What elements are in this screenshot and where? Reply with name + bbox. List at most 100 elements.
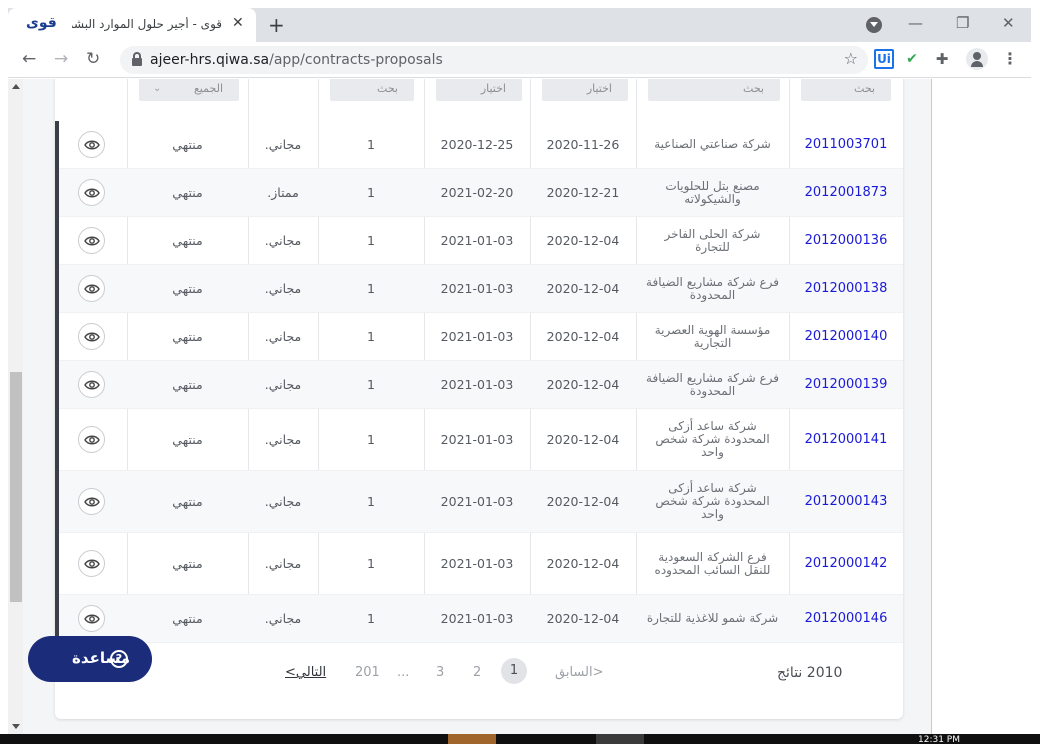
pagination-page-3[interactable]: 3 — [436, 665, 444, 680]
view-contract-button[interactable] — [77, 488, 105, 515]
table-row: 2012001873 مصنع بتل للحلويات والشيكولاته 2… — [55, 169, 903, 217]
contract-status: منتهي — [172, 377, 203, 392]
contract-id-link[interactable]: 2012000140 — [789, 313, 903, 360]
os-taskbar: 12:31 PM — [0, 734, 1040, 745]
browser-tab[interactable]: قوى قوى - أجير حلول الموارد البشرية ✕ — [8, 8, 256, 42]
contract-type: مجاني. — [264, 137, 302, 152]
pagination-page-2[interactable]: 2 — [473, 665, 481, 680]
filter-start-date[interactable]: اختيار — [542, 79, 628, 101]
browser-toolbar: ← → ↻ ajeer-hrs.qiwa.sa/app/contracts-pr… — [8, 42, 1031, 78]
company-name: شركة ساعد أزكى المحدودة شركة شخص واحد — [655, 481, 770, 521]
close-tab-icon[interactable]: ✕ — [232, 15, 244, 31]
worker-count: 1 — [367, 137, 375, 152]
eye-icon — [83, 497, 100, 507]
contract-id-link[interactable]: 2012000139 — [789, 361, 903, 408]
scroll-up-arrow-icon[interactable] — [12, 84, 20, 89]
url-text: ajeer-hrs.qiwa.sa/app/contracts-proposal… — [150, 52, 443, 68]
bookmark-star-icon[interactable]: ☆ — [844, 49, 858, 68]
reload-icon[interactable]: ↻ — [86, 49, 100, 69]
filter-count-input[interactable]: بحث — [330, 79, 414, 101]
company-name: شركة شمو للاغذية للتجارة — [646, 611, 779, 625]
browser-menu-icon[interactable]: ⋮ — [1000, 49, 1020, 69]
url-host: ajeer-hrs.qiwa.sa — [150, 52, 270, 68]
view-contract-button[interactable] — [77, 426, 105, 453]
pagination-page-1[interactable]: 1 — [501, 658, 527, 684]
taskbar-app-button[interactable] — [448, 734, 496, 744]
filter-id-input[interactable]: بحث — [801, 79, 891, 101]
tab-title: قوى - أجير حلول الموارد البشرية — [72, 17, 222, 31]
lock-icon — [132, 52, 142, 66]
end-date: 2021-01-03 — [440, 233, 514, 248]
table-row: 2012000140 مؤسسة الهوية العصرية التجارية 2… — [55, 313, 903, 361]
contract-id-link[interactable]: 2012000143 — [789, 471, 903, 532]
pagination-next[interactable]: التالي> — [285, 665, 326, 680]
view-contract-button[interactable] — [77, 275, 105, 302]
pagination-page-last[interactable]: 201 — [355, 665, 380, 680]
uipath-extension-icon[interactable]: Ui — [874, 49, 894, 69]
filter-end-date[interactable]: اختيار — [436, 79, 522, 101]
contract-status: منتهي — [172, 611, 203, 626]
page-scrollbar[interactable] — [8, 79, 23, 734]
contract-type: ممتاز. — [267, 185, 299, 200]
window-close-button[interactable]: ✕ — [1002, 14, 1015, 32]
start-date: 2020-12-04 — [546, 432, 620, 447]
worker-count: 1 — [367, 281, 375, 296]
table-row: 2012000142 فرع الشركة السعودية للنقل السا… — [55, 533, 903, 595]
checkmark-extension-icon[interactable]: ✔ — [902, 49, 922, 69]
eye-icon — [83, 559, 100, 569]
back-icon[interactable]: ← — [22, 49, 36, 69]
worker-count: 1 — [367, 377, 375, 392]
view-contract-button[interactable] — [77, 605, 105, 632]
company-name: فرع الشركة السعودية للنقل السائب المحدود… — [654, 549, 771, 577]
contract-id-link[interactable]: 2012000142 — [789, 533, 903, 594]
eye-icon — [83, 332, 100, 342]
contract-id-link[interactable]: 2012000146 — [789, 595, 903, 642]
restore-button[interactable]: ❐ — [956, 14, 969, 32]
help-button[interactable]: ? مساعدة — [28, 636, 152, 682]
view-contract-button[interactable] — [77, 323, 105, 350]
scroll-down-arrow-icon[interactable] — [12, 724, 20, 729]
view-contract-button[interactable] — [77, 179, 105, 206]
table-row: 2011003701 شركة صناعتي الصناعية 2020-11-26… — [55, 121, 903, 169]
worker-count: 1 — [367, 233, 375, 248]
view-contract-button[interactable] — [77, 131, 105, 158]
contract-id-link[interactable]: 2012000141 — [789, 409, 903, 470]
extensions-puzzle-icon[interactable]: ✚ — [932, 49, 952, 69]
right-blank-pane — [931, 79, 1031, 734]
end-date: 2020-12-25 — [440, 137, 514, 152]
filter-name-input[interactable]: بحث — [648, 79, 780, 101]
end-date: 2021-01-03 — [440, 281, 514, 296]
contract-id-link[interactable]: 2012001873 — [789, 169, 903, 216]
view-contract-button[interactable] — [77, 227, 105, 254]
forward-icon[interactable]: → — [54, 49, 68, 69]
table-filter-row: بحث بحث اختيار اختيار بحث الجميع ⌄ — [55, 79, 903, 121]
minimize-button[interactable]: — — [908, 14, 923, 32]
scrollbar-thumb[interactable] — [10, 372, 22, 602]
filter-status-select[interactable]: الجميع ⌄ — [139, 79, 239, 101]
company-name: شركة ساعد أزكى المحدودة شركة شخص واحد — [655, 419, 770, 459]
tab-search-icon[interactable] — [866, 17, 882, 33]
eye-icon — [83, 435, 100, 445]
eye-icon — [83, 614, 100, 624]
contracts-table-card: بحث بحث اختيار اختيار بحث الجميع ⌄ 20110… — [55, 79, 903, 719]
new-tab-button[interactable]: + — [268, 13, 285, 37]
contract-status: منتهي — [172, 432, 203, 447]
table-row: 2012000136 شركة الحلى الفاخر للتجارة 2020-… — [55, 217, 903, 265]
start-date: 2020-12-21 — [546, 185, 620, 200]
contract-status: منتهي — [172, 329, 203, 344]
table-row: 2012000138 فرع شركة مشاريع الضيافة المحدو… — [55, 265, 903, 313]
contract-id-link[interactable]: 2011003701 — [789, 121, 903, 168]
worker-count: 1 — [367, 329, 375, 344]
profile-avatar-icon[interactable] — [966, 48, 988, 70]
contract-id-link[interactable]: 2012000136 — [789, 217, 903, 264]
worker-count: 1 — [367, 185, 375, 200]
row-actions — [55, 471, 127, 532]
view-contract-button[interactable] — [77, 550, 105, 577]
help-label: مساعدة — [72, 649, 130, 667]
address-bar[interactable]: ajeer-hrs.qiwa.sa/app/contracts-proposal… — [120, 46, 868, 74]
taskbar-app-button[interactable] — [596, 734, 644, 744]
row-actions — [55, 217, 127, 264]
contract-id-link[interactable]: 2012000138 — [789, 265, 903, 312]
view-contract-button[interactable] — [77, 371, 105, 398]
pagination-prev[interactable]: <السابق — [555, 665, 603, 680]
